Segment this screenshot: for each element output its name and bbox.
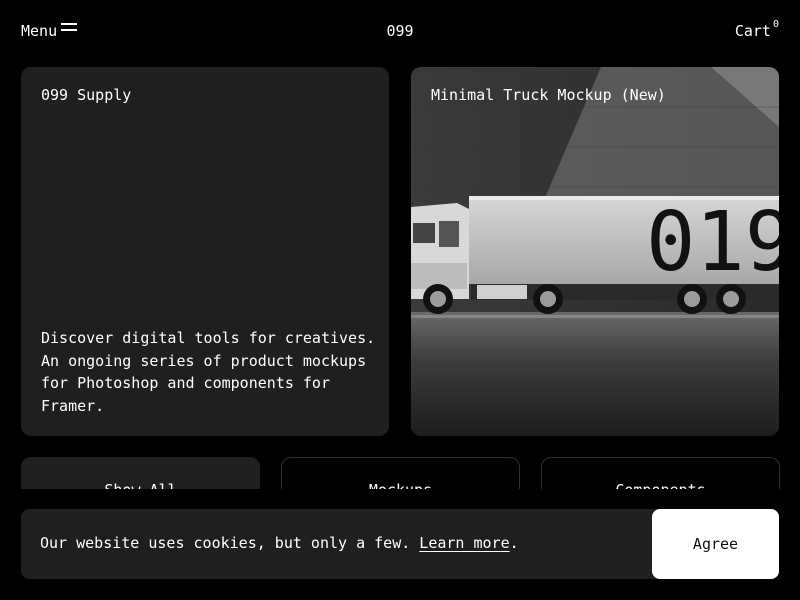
site-logo[interactable]: 099	[386, 22, 413, 40]
cart-button[interactable]: Cart 0	[734, 19, 779, 40]
cart-label: Cart	[734, 22, 771, 40]
cookie-banner: Our website uses cookies, but only a few…	[21, 509, 779, 579]
filter-components-label: Components	[615, 481, 705, 489]
supply-description: Discover digital tools for creatives. An…	[41, 329, 376, 415]
filter-show-all[interactable]: Show All	[21, 457, 260, 489]
filter-mockups-label: Mockups	[369, 481, 432, 489]
truck-mockup-title: Minimal Truck Mockup (New)	[431, 86, 666, 104]
agree-button[interactable]: Agree	[652, 509, 779, 579]
supply-title: 099 Supply	[41, 86, 132, 104]
cart-count: 0	[772, 19, 779, 30]
truck-mockup-image: 019	[411, 67, 779, 436]
truck-mockup-card[interactable]: 019 Minimal Truck Mockup (New)	[411, 67, 779, 436]
cookie-period: .	[509, 534, 519, 552]
truck-number: 019	[646, 195, 779, 290]
filter-bar: Show All Mockups Components	[0, 457, 800, 489]
cookie-text: Our website uses cookies, but only a few…	[40, 534, 411, 552]
learn-more-link[interactable]: Learn more	[419, 534, 509, 552]
site-header: Menu 099 Cart 0	[0, 0, 800, 64]
filter-mockups[interactable]: Mockups	[281, 457, 520, 489]
cookie-message: Our website uses cookies, but only a few…	[40, 534, 519, 552]
filter-components[interactable]: Components	[541, 457, 780, 489]
site-logo-container: 099	[0, 22, 800, 40]
filter-show-all-label: Show All	[104, 481, 176, 489]
supply-card: 099 Supply Discover digital tools for cr…	[21, 67, 389, 436]
